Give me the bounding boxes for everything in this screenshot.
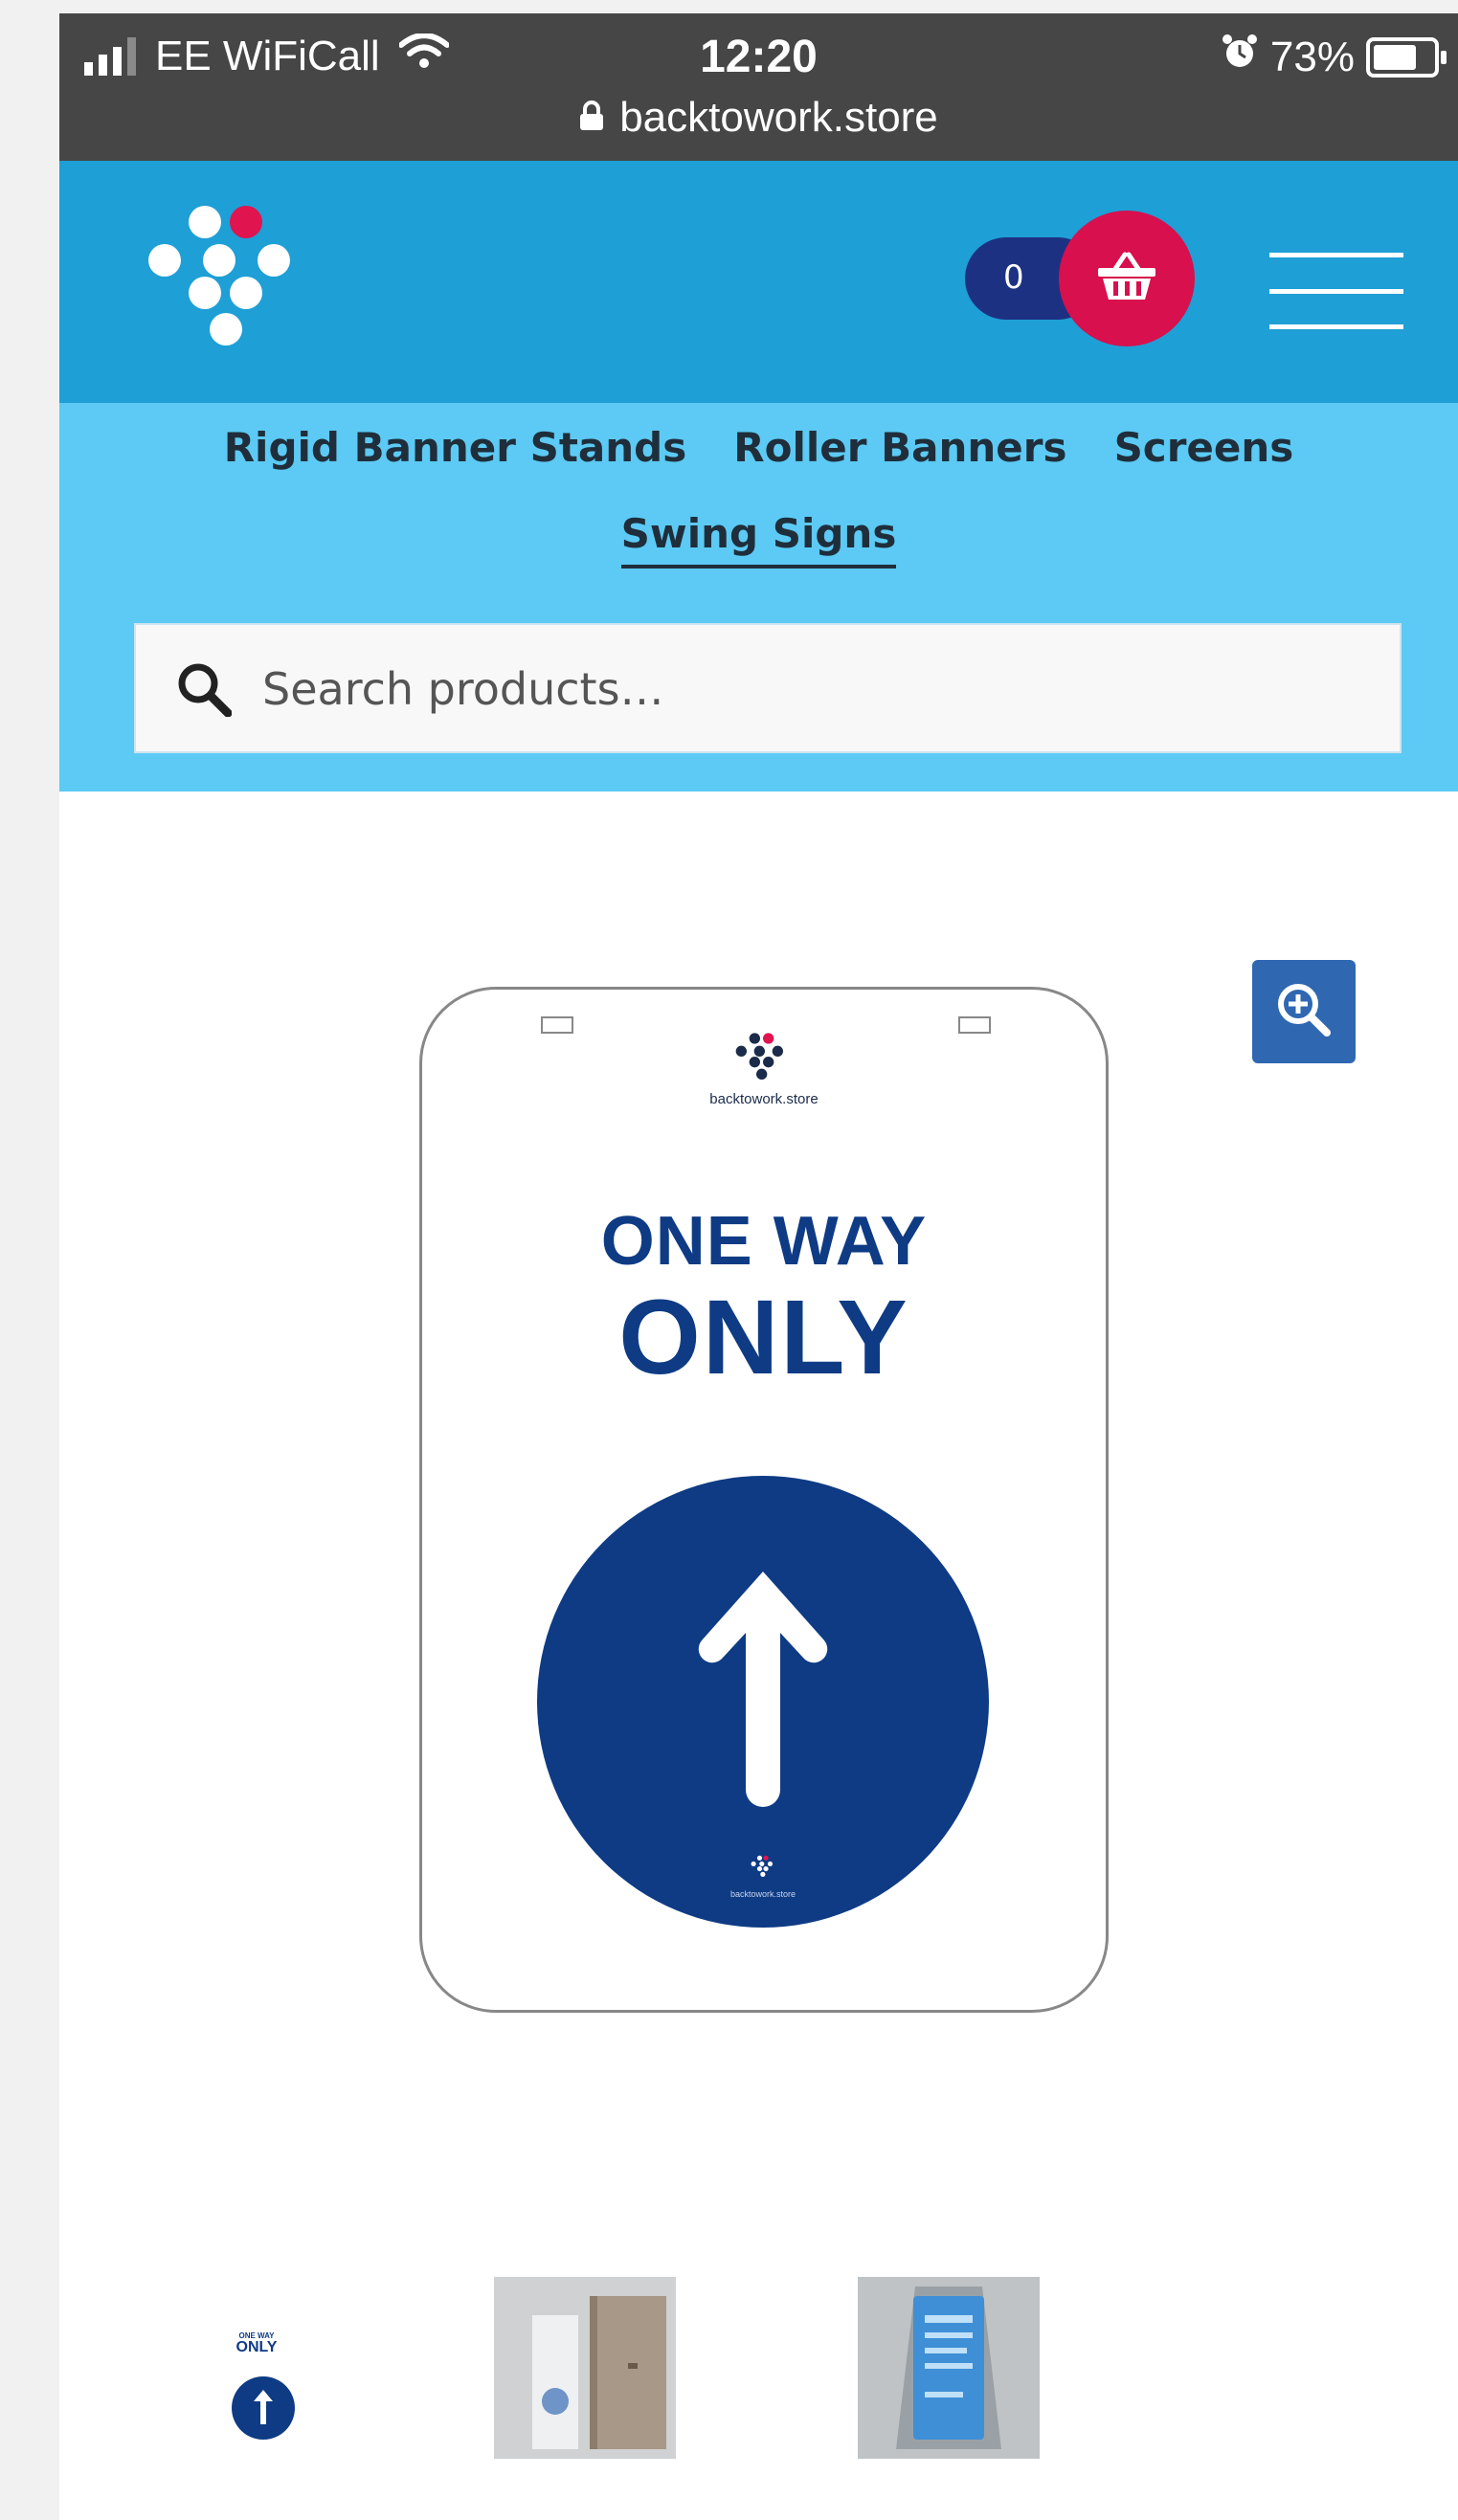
site-logo[interactable] xyxy=(126,195,327,362)
zoom-button[interactable] xyxy=(1252,960,1356,1063)
search-icon xyxy=(176,661,233,721)
nav-item-swing-signs[interactable]: Swing Signs xyxy=(620,510,897,569)
menu-icon[interactable] xyxy=(1269,253,1403,329)
nav-item-roller-banners[interactable]: Roller Banners xyxy=(733,424,1066,471)
status-right: 73% xyxy=(1221,33,1447,81)
thumbnail-arrow-circle xyxy=(232,2376,295,2440)
thumbnail-big-text: ONLY xyxy=(236,2339,278,2356)
status-bar: EE WiFiCall 12:20 73% backtowork.store xyxy=(59,13,1458,161)
product-image[interactable]: backtowork.store ONE WAY ONLY backtowork… xyxy=(419,987,1109,2013)
basket-button[interactable] xyxy=(1059,211,1195,346)
nav-item-screens[interactable]: Screens xyxy=(1114,424,1294,471)
site-header: 0 xyxy=(59,161,1458,403)
search-box[interactable] xyxy=(134,623,1402,753)
sign-site-text: backtowork.store xyxy=(709,1091,819,1107)
battery-icon xyxy=(1366,36,1447,78)
sign-heading-one-way: ONE WAY xyxy=(600,1203,928,1280)
sign-slot xyxy=(958,1016,991,1034)
lock-icon xyxy=(579,94,604,142)
thumbnail-sign-text: ONE WAY ONLY xyxy=(209,2331,304,2356)
cart-count: 0 xyxy=(1003,258,1024,297)
thumbnail-door-photo xyxy=(494,2277,676,2459)
battery-percent: 73% xyxy=(1269,33,1355,80)
thumbnail-stand-photo xyxy=(858,2277,1040,2459)
category-nav: Rigid Banner Stands Roller Banners Scree… xyxy=(59,403,1458,792)
search-input[interactable] xyxy=(260,625,1356,753)
battery-fill xyxy=(1374,44,1416,70)
sign-arrow-circle: backtowork.store xyxy=(537,1476,989,1928)
sign-slot xyxy=(541,1016,573,1034)
nav-item-rigid-banner-stands[interactable]: Rigid Banner Stands xyxy=(224,424,687,471)
sign-logo xyxy=(729,1028,796,1089)
product-thumbnail[interactable]: ONE WAY ONLY xyxy=(170,2277,352,2459)
nav-row: Swing Signs xyxy=(59,510,1458,569)
product-thumbnail[interactable] xyxy=(494,2277,676,2459)
basket-icon xyxy=(1096,252,1157,305)
up-arrow-icon xyxy=(254,2390,273,2424)
url-text: backtowork.store xyxy=(619,94,938,141)
sign-circle-site-text: backtowork.store xyxy=(729,1889,796,1899)
mobile-browser-screen: EE WiFiCall 12:20 73% backtowork.store 0… xyxy=(59,13,1458,2520)
sign-heading-only: ONLY xyxy=(618,1279,909,1396)
sign-small-logo xyxy=(748,1854,778,1883)
zoom-in-icon xyxy=(1275,981,1333,1042)
address-bar[interactable]: backtowork.store xyxy=(59,94,1458,142)
product-thumbnail[interactable] xyxy=(858,2277,1040,2459)
alarm-icon xyxy=(1221,33,1259,81)
nav-row: Rigid Banner Stands Roller Banners Scree… xyxy=(59,424,1458,471)
